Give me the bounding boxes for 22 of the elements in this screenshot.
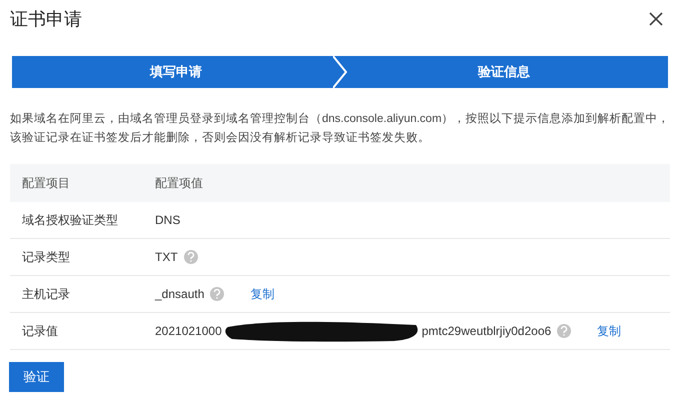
table-cell-text: 记录类型 xyxy=(21,249,71,266)
copy-link[interactable]: 复制 xyxy=(597,322,622,340)
table-cell-text: 2021021000 xyxy=(155,323,222,340)
table-cell-text: TXT xyxy=(155,249,178,266)
table-cell-text: DNS xyxy=(155,212,180,229)
table-cell-text: _dnsauth xyxy=(155,286,204,303)
step-bar: 验证信息 xyxy=(340,56,668,88)
copy-link[interactable]: 复制 xyxy=(250,285,274,303)
chevron-icon xyxy=(333,56,347,88)
help-icon[interactable] xyxy=(210,287,224,301)
table-cell-text: 主机记录 xyxy=(21,286,71,303)
instruction-text: 如果域名在阿里云，由域名管理员登录到域名管理控制台（dns.console.aliyun.com），按照以下提示信息添加到解析配置中，该验证记录在证书签发后才能删除，否则会因没有解析记录导致证书签发失败。 xyxy=(9,112,671,146)
verify-button[interactable]: 验证 xyxy=(9,362,64,392)
column-header: 配置项目 xyxy=(21,175,71,192)
table-cell-text: pmtc29weutblrjiy0d2oo6 xyxy=(422,323,552,340)
dialog-title: 证书申请 xyxy=(10,8,82,30)
column-header: 配置项值 xyxy=(155,175,203,192)
table-cell-text: 记录值 xyxy=(21,323,59,340)
help-icon[interactable] xyxy=(184,250,198,264)
table-cell-text: 域名授权验证类型 xyxy=(21,212,119,229)
help-icon[interactable] xyxy=(557,324,572,338)
close-icon[interactable] xyxy=(648,11,664,27)
